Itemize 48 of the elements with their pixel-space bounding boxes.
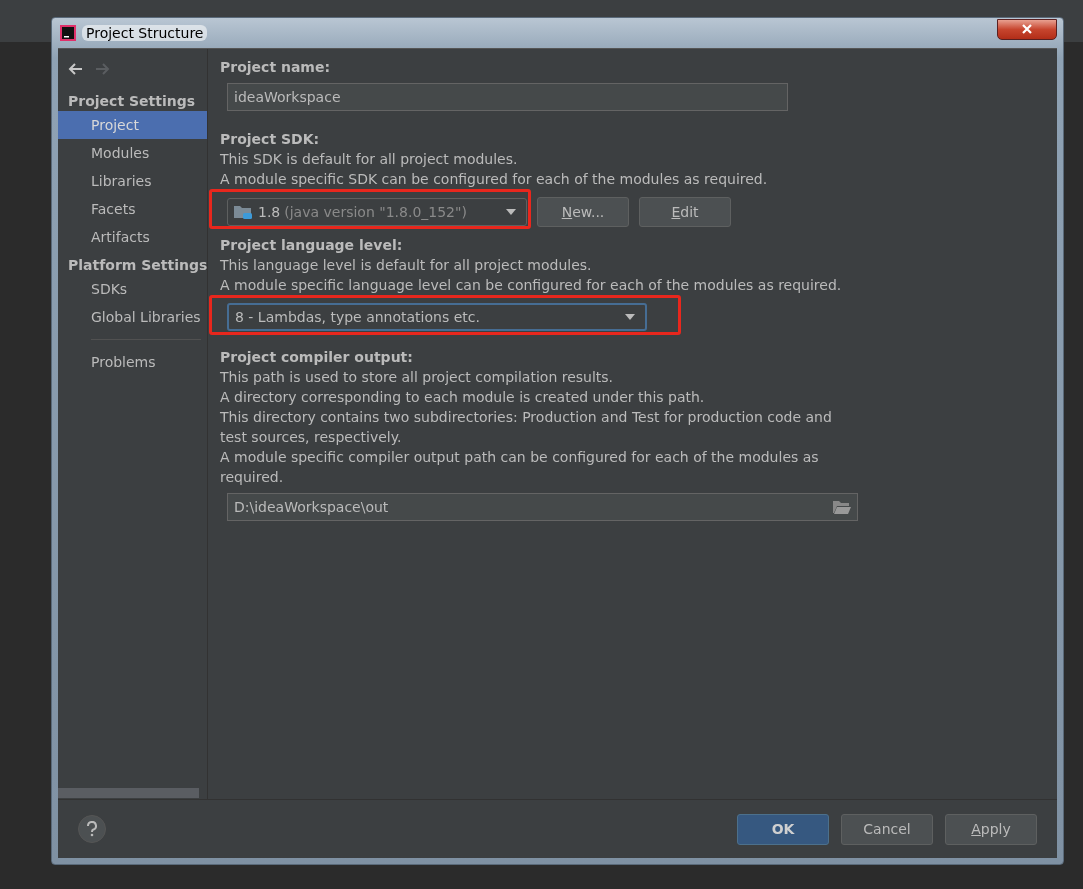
button[interactable]: Cancel <box>841 813 933 845</box>
text-field[interactable]: ideaWorkspace <box>227 83 788 111</box>
sidebar-item[interactable]: Facets <box>58 195 207 223</box>
description-text: A directory corresponding to each module is created under this path. <box>220 388 705 407</box>
sdk-dropdown[interactable]: 1.8 (java version "1.8.0_152") <box>227 198 527 226</box>
window-title: Project Structure <box>82 25 208 41</box>
path-field[interactable]: D:\ideaWorkspace\out <box>227 493 858 521</box>
section-label: Project SDK: <box>220 130 320 149</box>
section-label: Project compiler output: <box>220 348 413 367</box>
app-icon <box>60 25 76 41</box>
sidebar-item[interactable]: Problems <box>58 348 207 376</box>
section-label: Project language level: <box>220 236 403 255</box>
section-heading: Project Settings <box>67 92 197 111</box>
dropdown-value: 1.8 <box>258 204 281 220</box>
button[interactable]: New... <box>537 197 629 227</box>
scrollbar[interactable] <box>58 788 199 798</box>
description-text: A module specific SDK can be configured for each of the modules as required. <box>220 170 768 189</box>
description-text: This language level is default for all project modules. <box>220 256 592 275</box>
nav-button[interactable] <box>68 61 84 77</box>
close-icon <box>1021 23 1033 35</box>
back-arrow-icon <box>68 61 84 77</box>
button[interactable]: OK <box>737 813 829 845</box>
sidebar-item[interactable]: SDKs <box>58 275 207 303</box>
dropdown-value: 8 - Lambdas, type annotations etc. <box>235 309 480 325</box>
button[interactable]: Apply <box>945 813 1037 845</box>
sidebar-item[interactable]: Libraries <box>58 167 207 195</box>
sidebar-item[interactable]: Artifacts <box>58 223 207 251</box>
section-label: Project name: <box>220 58 331 77</box>
section-heading: Platform Settings <box>67 256 207 275</box>
forward-arrow-icon <box>94 61 110 77</box>
close-button[interactable] <box>997 18 1057 40</box>
description-text: A module specific compiler output path can be configured for each of the modules as required. <box>220 448 820 487</box>
language-level-dropdown[interactable]: 8 - Lambdas, type annotations etc. <box>227 303 647 331</box>
help-button[interactable] <box>78 815 106 843</box>
help-icon <box>86 821 98 837</box>
sidebar-item[interactable]: Project <box>58 111 207 139</box>
button[interactable]: Edit <box>639 197 731 227</box>
folder-icon <box>234 204 254 220</box>
description-text: This path is used to store all project compilation results. <box>220 368 614 387</box>
dropdown-detail: (java version "1.8.0_152") <box>284 204 467 220</box>
description-text: A module specific language level can be configured for each of the modules as required. <box>220 276 842 295</box>
description-text: This SDK is default for all project modules. <box>220 150 518 169</box>
description-text: This directory contains two subdirectories: Production and Test for production code and test sources, respectively. <box>220 408 833 447</box>
caret-icon <box>625 314 635 320</box>
sidebar-item[interactable]: Global Libraries <box>58 303 207 331</box>
caret-icon <box>506 209 516 215</box>
sidebar-item[interactable]: Modules <box>58 139 207 167</box>
folder-icon[interactable] <box>833 500 851 514</box>
